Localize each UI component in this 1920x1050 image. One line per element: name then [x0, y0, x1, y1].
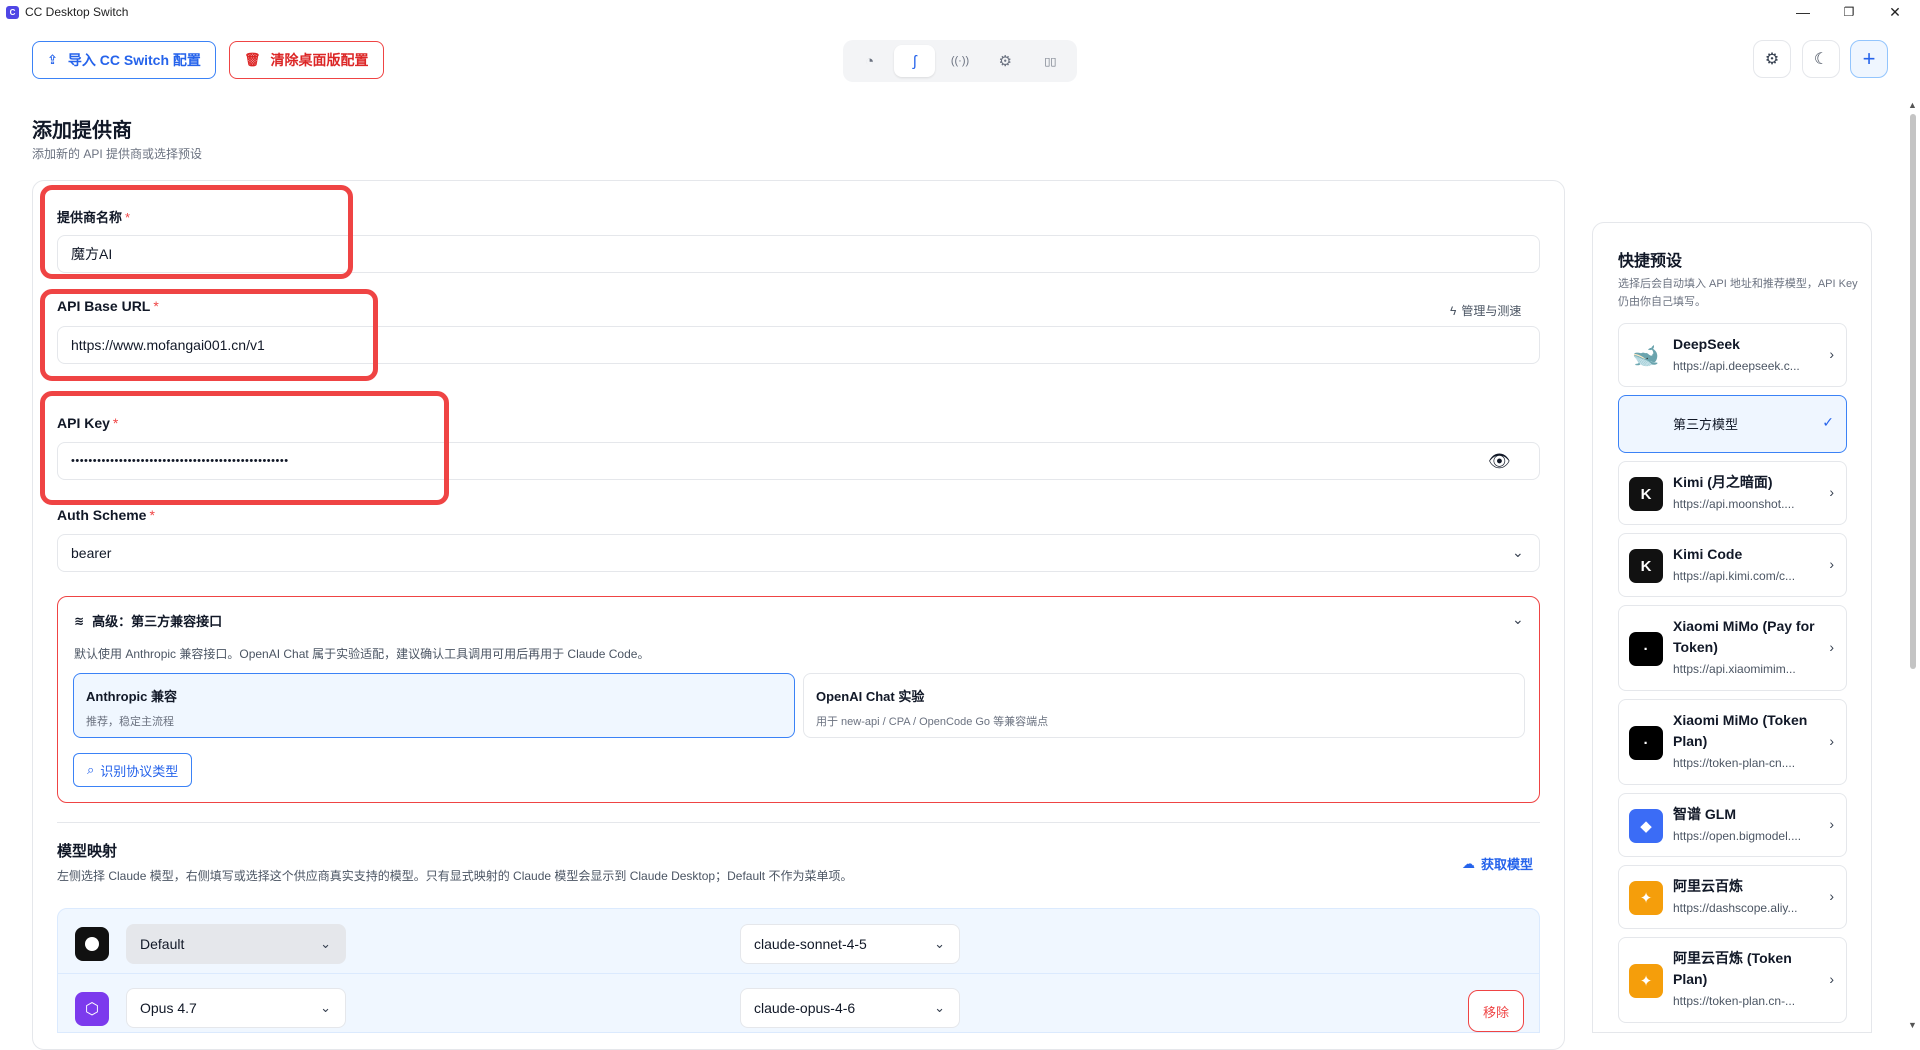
target-model-select[interactable]: claude-opus-4-6 ⌄: [740, 988, 960, 1028]
app-logo-icon: C: [6, 5, 19, 19]
scroll-thumb[interactable]: [1910, 114, 1916, 669]
model-mapping-title: 模型映射: [57, 843, 118, 860]
mapping-row: Default ⌄ claude-sonnet-4-5 ⌄: [58, 909, 1539, 973]
mapping-row: ⬡ Opus 4.7 ⌄ claude-opus-4-6 ⌄: [58, 973, 1539, 1032]
chevron-down-icon: ⌄: [320, 936, 331, 951]
theme-toggle-button[interactable]: ☾: [1802, 40, 1840, 78]
moon-icon: ☾: [1813, 51, 1829, 68]
search-icon: ⌕: [87, 762, 95, 777]
cloud-icon: ☁: [1462, 855, 1475, 871]
kimi-logo-icon: K: [1629, 549, 1663, 583]
presets-title: 快捷预设: [1618, 253, 1683, 270]
check-icon: ✓: [1822, 414, 1834, 430]
lightning-icon: ϟ: [1450, 303, 1457, 318]
chevron-down-icon: ⌄: [934, 1000, 945, 1015]
eye-icon[interactable]: 👁: [1488, 451, 1511, 472]
provider-name-input[interactable]: 魔方AI: [57, 235, 1540, 273]
preset-xiaomi-mimo-pay[interactable]: · Xiaomi MiMo (Pay for Token) https://ap…: [1618, 605, 1847, 691]
auth-scheme-label: Auth Scheme *: [57, 507, 155, 523]
model-mapping-list: Default ⌄ claude-sonnet-4-5 ⌄ ⬡ Opus 4.7 ⌄ …: [57, 908, 1540, 1033]
remove-mapping-button[interactable]: 移除: [1468, 990, 1524, 1032]
target-model-select[interactable]: claude-sonnet-4-5 ⌄: [740, 924, 960, 964]
clear-label: 清除桌面版配置: [270, 52, 369, 68]
import-cc-switch-button[interactable]: ⇪ 导入 CC Switch 配置: [32, 41, 216, 79]
window-title: CC Desktop Switch: [25, 5, 129, 19]
add-provider-button[interactable]: +: [1850, 40, 1888, 78]
preset-kimi-moonshot[interactable]: K Kimi (月之暗面) https://api.moonshot.... ›: [1618, 461, 1847, 525]
chevron-right-icon: ›: [1829, 484, 1834, 500]
gear-icon: ⚙: [1764, 51, 1780, 68]
xiaomi-logo-icon: ·: [1629, 726, 1663, 760]
advanced-desc: 默认使用 Anthropic 兼容接口。OpenAI Chat 属于实验适配，建…: [74, 647, 650, 661]
auth-scheme-select[interactable]: bearer: [57, 534, 1540, 572]
chevron-right-icon: ›: [1829, 888, 1834, 904]
chevron-right-icon: ›: [1829, 556, 1834, 572]
preset-xiaomi-mimo-token[interactable]: · Xiaomi MiMo (Token Plan) https://token…: [1618, 699, 1847, 785]
api-key-input[interactable]: ••••••••••••••••••••••••••••••••••••••••…: [57, 442, 1540, 480]
preset-zhipu-glm[interactable]: ◆ 智谱 GLM https://open.bigmodel.... ›: [1618, 793, 1847, 857]
protocol-option-openai[interactable]: OpenAI Chat 实验 用于 new-api / CPA / OpenCo…: [803, 673, 1525, 738]
sliders-icon: ≋: [74, 613, 85, 628]
chevron-down-icon: ⌄: [934, 936, 945, 951]
title-bar: C CC Desktop Switch: [0, 0, 1920, 24]
detect-protocol-button[interactable]: ⌕ 识别协议类型: [73, 753, 193, 787]
chevron-down-icon[interactable]: ⌄: [1512, 611, 1524, 628]
trash-icon: 🗑: [244, 52, 261, 67]
chevron-down-icon: ⌄: [1512, 544, 1524, 560]
advanced-title[interactable]: ≋ 高级：第三方兼容接口: [74, 611, 222, 630]
zhipu-logo-icon: ◆: [1629, 809, 1663, 843]
settings-button[interactable]: ⚙: [1753, 40, 1791, 78]
claude-model-select[interactable]: Default ⌄: [126, 924, 346, 964]
claude-model-select[interactable]: Opus 4.7 ⌄: [126, 988, 346, 1028]
plus-icon: +: [1862, 46, 1876, 71]
api-key-label: API Key *: [57, 415, 119, 431]
preset-kimi-code[interactable]: K Kimi Code https://api.kimi.com/c... ›: [1618, 533, 1847, 597]
scroll-up-icon[interactable]: ▲: [1908, 100, 1917, 110]
aliyun-logo-icon: ✦: [1629, 881, 1663, 915]
provider-icon[interactable]: ʃ: [894, 45, 936, 77]
gear-icon[interactable]: ⚙: [985, 45, 1026, 77]
manage-speed-test-link[interactable]: ϟ 管理与测速: [1450, 302, 1521, 319]
divider: [57, 822, 1540, 823]
preset-third-party[interactable]: 第三方模型 ✓: [1618, 395, 1847, 453]
protocol-option-anthropic[interactable]: Anthropic 兼容 推荐，稳定主流程: [73, 673, 795, 738]
whale-icon: 🐋: [1629, 339, 1663, 373]
import-label: 导入 CC Switch 配置: [67, 52, 201, 68]
broadcast-icon[interactable]: ((·)): [939, 45, 980, 77]
chevron-right-icon: ›: [1829, 816, 1834, 832]
advanced-compat-panel: ≋ 高级：第三方兼容接口 ⌄ 默认使用 Anthropic 兼容接口。OpenA…: [57, 596, 1540, 803]
minimize-icon[interactable]: —: [1780, 0, 1826, 24]
main-nav: ◔ ʃ ((·)) ⚙ ▯▯: [843, 40, 1077, 82]
close-icon[interactable]: ✕: [1872, 0, 1918, 24]
maximize-icon[interactable]: ❐: [1826, 0, 1872, 24]
aliyun-logo-icon: ✦: [1629, 964, 1663, 998]
scroll-down-icon[interactable]: ▼: [1908, 1020, 1917, 1030]
page-scrollbar[interactable]: ▲ ▼: [1906, 100, 1920, 1033]
preset-aliyun-bailian[interactable]: ✦ 阿里云百炼 https://dashscope.aliy... ›: [1618, 865, 1847, 929]
chevron-right-icon: ›: [1829, 971, 1834, 987]
base-url-label: API Base URL *: [57, 298, 159, 314]
quick-presets-card: 快捷预设 选择后会自动填入 API 地址和推荐模型，API Key 仍由你自己填…: [1592, 222, 1872, 1033]
book-icon[interactable]: ▯▯: [1030, 45, 1071, 77]
clear-desktop-config-button[interactable]: 🗑 清除桌面版配置: [229, 41, 384, 79]
page-subtitle: 添加新的 API 提供商或选择预设: [32, 147, 203, 161]
provider-name-label: 提供商名称 *: [57, 210, 131, 225]
chevron-right-icon: ›: [1829, 346, 1834, 362]
fetch-models-button[interactable]: ☁ 获取模型: [1462, 854, 1533, 873]
claude-default-icon: [75, 927, 109, 961]
dashboard-icon[interactable]: ◔: [849, 45, 890, 77]
page-title: 添加提供商: [32, 120, 132, 142]
chevron-right-icon: ›: [1829, 639, 1834, 655]
chevron-down-icon: ⌄: [320, 1000, 331, 1015]
base-url-input[interactable]: https://www.mofangai001.cn/v1: [57, 326, 1540, 364]
upload-icon: ⇪: [47, 52, 58, 67]
xiaomi-logo-icon: ·: [1629, 632, 1663, 666]
model-mapping-desc: 左侧选择 Claude 模型，右侧填写或选择这个供应商真实支持的模型。只有显式映…: [57, 869, 853, 883]
kimi-logo-icon: K: [1629, 477, 1663, 511]
presets-desc: 选择后会自动填入 API 地址和推荐模型，API Key 仍由你自己填写。: [1618, 278, 1858, 308]
preset-deepseek[interactable]: 🐋 DeepSeek https://api.deepseek.c... ›: [1618, 323, 1847, 387]
preset-aliyun-token-plan[interactable]: ✦ 阿里云百炼 (Token Plan) https://token-plan.…: [1618, 937, 1847, 1023]
cube-icon: ⬡: [75, 992, 109, 1026]
chevron-right-icon: ›: [1829, 733, 1834, 749]
